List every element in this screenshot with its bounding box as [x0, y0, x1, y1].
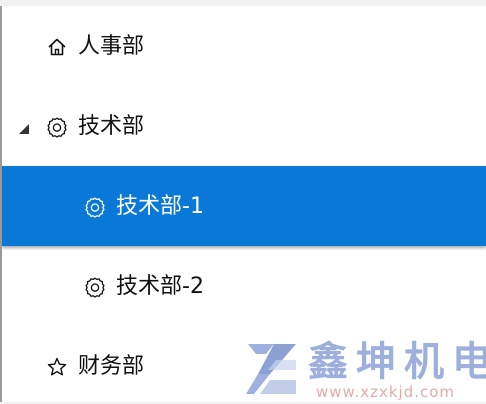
expand-collapse-icon[interactable] — [18, 120, 30, 134]
gear-icon — [84, 196, 106, 218]
watermark: 鑫坤机电 www.xzxkjd.com — [244, 339, 486, 402]
tree-item-hr[interactable]: 人事部 — [2, 6, 486, 86]
tree-item-label: 技术部-2 — [116, 274, 204, 299]
star-icon — [46, 356, 68, 378]
watermark-brand: 鑫坤机电 — [308, 339, 486, 385]
tree-item-label: 人事部 — [78, 34, 145, 59]
tree-item-tech-2[interactable]: 技术部-2 — [2, 246, 486, 326]
tree-item-tech[interactable]: 技术部 — [2, 86, 486, 166]
watermark-logo-icon — [244, 340, 302, 400]
tree-item-label: 财务部 — [78, 354, 145, 379]
tree-item-label: 技术部 — [78, 114, 145, 139]
home-icon — [46, 36, 68, 58]
tree-item-tech-1[interactable]: 技术部-1 — [2, 166, 486, 246]
gear-icon — [84, 276, 106, 298]
gear-icon — [46, 116, 68, 138]
tree-item-label: 技术部-1 — [116, 194, 204, 219]
watermark-url: www.xzxkjd.com — [316, 383, 456, 401]
